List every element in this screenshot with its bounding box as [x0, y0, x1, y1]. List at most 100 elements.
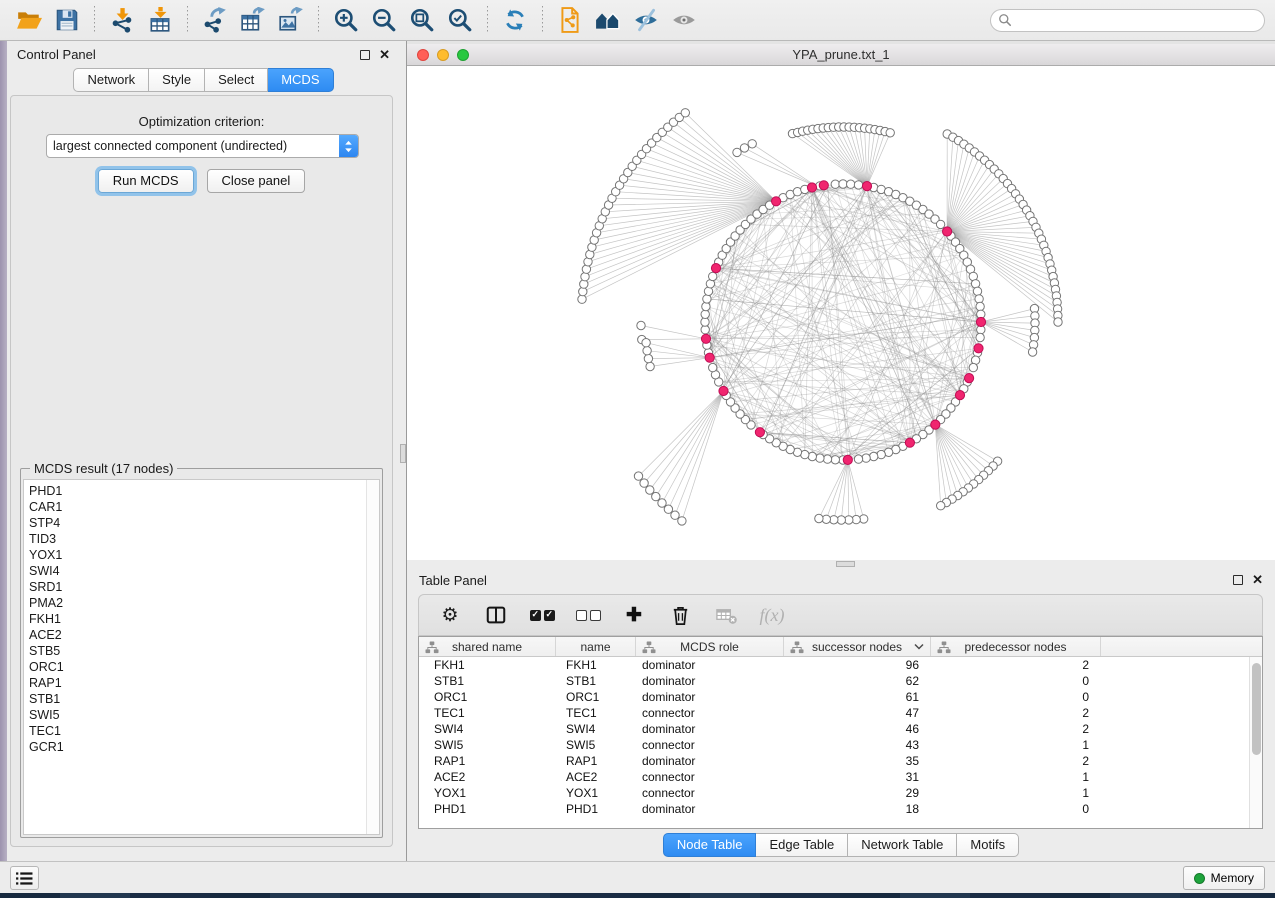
mcds-list-scrollbar[interactable]: [366, 480, 379, 834]
mcds-result-item[interactable]: STB5: [24, 643, 366, 659]
control-panel-float-icon[interactable]: [360, 50, 370, 60]
tab-network[interactable]: Network: [73, 68, 149, 92]
table-row[interactable]: RAP1RAP1dominator352: [419, 753, 1249, 769]
window-close-traffic-light[interactable]: [417, 49, 429, 61]
export-network-button[interactable]: [196, 3, 234, 37]
mcds-result-item[interactable]: GCR1: [24, 739, 366, 755]
mcds-result-item[interactable]: RAP1: [24, 675, 366, 691]
table-cell: TEC1: [419, 705, 556, 721]
table-panel-close-icon[interactable]: ✕: [1252, 575, 1263, 585]
table-row[interactable]: PHD1PHD1dominator180: [419, 801, 1249, 817]
table-row[interactable]: ACE2ACE2connector311: [419, 769, 1249, 785]
column-label: shared name: [452, 640, 522, 654]
memory-button[interactable]: Memory: [1183, 866, 1265, 890]
column-label: name: [580, 640, 610, 654]
network-from-selection-button[interactable]: [551, 3, 589, 37]
vertical-splitter[interactable]: [400, 41, 407, 861]
mcds-result-item[interactable]: CAR1: [24, 499, 366, 515]
table-row[interactable]: SWI5SWI5connector431: [419, 737, 1249, 753]
mcds-result-item[interactable]: SWI4: [24, 563, 366, 579]
zoom-selected-button[interactable]: [441, 3, 479, 37]
mcds-result-item[interactable]: STP4: [24, 515, 366, 531]
delete-column-button[interactable]: [667, 600, 693, 630]
table-tab-network-table[interactable]: Network Table: [848, 833, 957, 857]
mcds-result-list[interactable]: PHD1CAR1STP4TID3YOX1SWI4SRD1PMA2FKH1ACE2…: [23, 479, 380, 835]
mcds-result-item[interactable]: ORC1: [24, 659, 366, 675]
mcds-result-item[interactable]: TEC1: [24, 723, 366, 739]
table-tab-motifs[interactable]: Motifs: [957, 833, 1019, 857]
table-tab-node-table[interactable]: Node Table: [663, 833, 757, 857]
table-cell: connector: [636, 785, 784, 801]
mcds-result-item[interactable]: TID3: [24, 531, 366, 547]
node-table-scroll-thumb[interactable]: [1252, 663, 1261, 755]
column-header-mcds-role[interactable]: MCDS role: [636, 637, 784, 656]
network-canvas[interactable]: [407, 66, 1275, 560]
column-header-predecessor-nodes[interactable]: predecessor nodes: [931, 637, 1101, 656]
vertical-splitter-handle[interactable]: [400, 444, 406, 463]
table-cell: dominator: [636, 721, 784, 737]
tab-style[interactable]: Style: [149, 68, 205, 92]
control-panel-close-icon[interactable]: ✕: [379, 50, 390, 60]
table-tab-edge-table[interactable]: Edge Table: [756, 833, 848, 857]
search-input[interactable]: [990, 9, 1265, 32]
table-row[interactable]: FKH1FKH1dominator962: [419, 657, 1249, 673]
birds-eye-view-button[interactable]: [665, 3, 703, 37]
mcds-result-item[interactable]: FKH1: [24, 611, 366, 627]
table-panel-float-icon[interactable]: [1233, 575, 1243, 585]
import-network-button[interactable]: [103, 3, 141, 37]
save-session-button[interactable]: [48, 3, 86, 37]
table-row[interactable]: TEC1TEC1connector472: [419, 705, 1249, 721]
tab-select[interactable]: Select: [205, 68, 268, 92]
zoom-out-button[interactable]: [365, 3, 403, 37]
add-column-button[interactable]: ✚: [621, 600, 647, 630]
table-row[interactable]: YOX1YOX1connector291: [419, 785, 1249, 801]
memory-status-icon: [1194, 873, 1205, 884]
table-row[interactable]: STB1STB1dominator620: [419, 673, 1249, 689]
node-table-scrollbar[interactable]: [1249, 657, 1262, 828]
mcds-result-item[interactable]: STB1: [24, 691, 366, 707]
table-cell: 43: [784, 737, 931, 753]
column-header-name[interactable]: name: [556, 637, 636, 656]
tab-mcds[interactable]: MCDS: [268, 68, 333, 92]
import-table-button[interactable]: [141, 3, 179, 37]
column-layout-button[interactable]: [483, 600, 509, 630]
horizontal-splitter-handle[interactable]: [836, 561, 855, 567]
table-row[interactable]: SWI4SWI4dominator462: [419, 721, 1249, 737]
show-panels-button[interactable]: [10, 866, 39, 890]
mcds-result-item[interactable]: SRD1: [24, 579, 366, 595]
table-cell: 0: [931, 673, 1101, 689]
table-row[interactable]: ORC1ORC1dominator610: [419, 689, 1249, 705]
network-graph[interactable]: [407, 66, 1275, 560]
mcds-result-item[interactable]: PHD1: [24, 483, 366, 499]
export-image-button[interactable]: [272, 3, 310, 37]
optimization-criterion-select[interactable]: largest connected component (undirected): [46, 134, 359, 158]
mcds-result-item[interactable]: ACE2: [24, 627, 366, 643]
select-all-button[interactable]: [529, 600, 555, 630]
mcds-result-item[interactable]: PMA2: [24, 595, 366, 611]
column-header-successor-nodes[interactable]: successor nodes: [784, 637, 931, 656]
column-header-shared-name[interactable]: shared name: [419, 637, 556, 656]
open-session-icon: [16, 7, 42, 33]
hide-selected-icon: [633, 7, 659, 33]
control-panel-title: Control Panel: [17, 47, 96, 62]
refresh-network-button[interactable]: [496, 3, 534, 37]
node-table-body: FKH1FKH1dominator962STB1STB1dominator620…: [419, 657, 1249, 828]
window-zoom-traffic-light[interactable]: [457, 49, 469, 61]
mcds-result-item[interactable]: YOX1: [24, 547, 366, 563]
mcds-result-item[interactable]: SWI5: [24, 707, 366, 723]
zoom-in-button[interactable]: [327, 3, 365, 37]
table-settings-button[interactable]: ⚙: [437, 600, 463, 630]
run-mcds-button[interactable]: Run MCDS: [98, 169, 194, 193]
memory-label: Memory: [1211, 871, 1254, 885]
zoom-fit-button[interactable]: [403, 3, 441, 37]
hide-selected-button[interactable]: [627, 3, 665, 37]
table-cell: 18: [784, 801, 931, 817]
horizontal-splitter[interactable]: [407, 560, 1275, 568]
export-table-button[interactable]: [234, 3, 272, 37]
window-minimize-traffic-light[interactable]: [437, 49, 449, 61]
open-session-button[interactable]: [10, 3, 48, 37]
close-panel-button[interactable]: Close panel: [207, 169, 306, 193]
deselect-all-button[interactable]: [575, 600, 601, 630]
toolbar-separator: [318, 6, 319, 34]
first-neighbors-button[interactable]: [589, 3, 627, 37]
